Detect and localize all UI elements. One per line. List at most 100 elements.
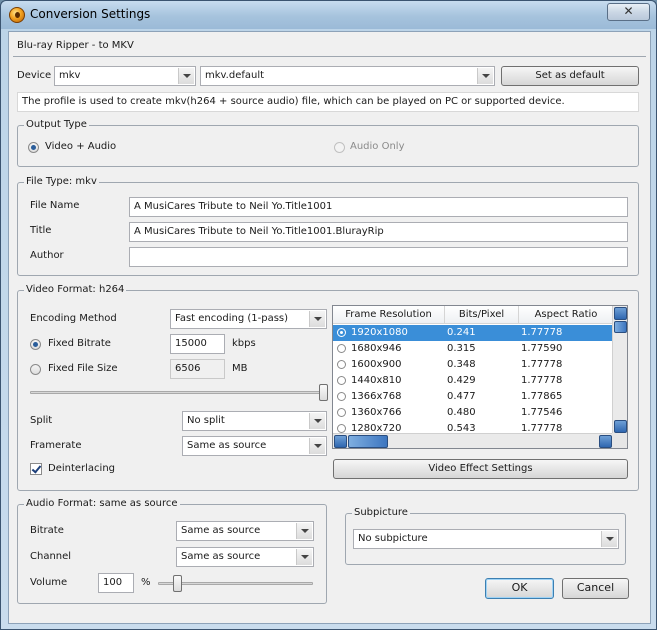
aspect-ratio-cell: 1.77778 <box>521 327 563 338</box>
video-audio-label: Video + Audio <box>45 141 117 152</box>
table-horizontal-scrollbar[interactable] <box>333 433 613 448</box>
output-type-legend: Output Type <box>24 119 89 130</box>
resolution-cell: 1366x768 <box>351 391 402 402</box>
table-row[interactable]: 1680x946 0.315 1.77590 <box>333 341 613 357</box>
scroll-down-icon[interactable] <box>614 420 627 433</box>
aspect-ratio-cell: 1.77546 <box>521 407 563 418</box>
audio-format-group: Audio Format: same as source Bitrate Sam… <box>17 498 327 604</box>
close-button[interactable]: ✕ <box>607 3 650 21</box>
column-header-resolution[interactable]: Frame Resolution <box>333 306 445 324</box>
subpicture-legend: Subpicture <box>352 507 410 518</box>
chevron-down-icon <box>296 523 312 539</box>
bits-pixel-cell: 0.241 <box>447 327 476 338</box>
profile-description: The profile is used to create mkv(h264 +… <box>17 92 639 112</box>
row-radio[interactable] <box>337 328 346 337</box>
row-radio[interactable] <box>337 360 346 369</box>
table-row[interactable]: 1366x768 0.477 1.77865 <box>333 389 613 405</box>
row-radio[interactable] <box>337 376 346 385</box>
vertical-scroll-thumb[interactable] <box>614 321 627 333</box>
fixed-file-size-input[interactable]: 6506 <box>170 359 225 379</box>
video-effect-settings-button[interactable]: Video Effect Settings <box>333 459 628 479</box>
conversion-settings-window: Conversion Settings ✕ Blu-ray Ripper - t… <box>0 0 657 630</box>
subpicture-select[interactable]: No subpicture <box>353 529 619 549</box>
fixed-bitrate-label: Fixed Bitrate <box>48 338 111 349</box>
author-label: Author <box>30 250 64 261</box>
audio-channel-select[interactable]: Same as source <box>176 547 314 567</box>
aspect-ratio-cell: 1.77590 <box>521 343 563 354</box>
profile-select[interactable]: mkv.default <box>200 66 495 86</box>
audio-channel-value: Same as source <box>181 551 261 562</box>
audio-channel-label: Channel <box>30 551 72 562</box>
scroll-right-icon[interactable] <box>599 435 612 448</box>
dialog-body: Blu-ray Ripper - to MKV Device mkv mkv.d… <box>8 31 651 624</box>
framerate-label: Framerate <box>30 440 82 451</box>
aspect-ratio-cell: 1.77865 <box>521 391 563 402</box>
chevron-down-icon <box>309 311 325 327</box>
set-as-default-button[interactable]: Set as default <box>501 66 639 86</box>
volume-label: Volume <box>30 577 68 588</box>
device-select[interactable]: mkv <box>54 66 196 86</box>
resolution-table[interactable]: Frame Resolution Bits/Pixel Aspect Ratio… <box>332 305 628 449</box>
volume-input[interactable]: 100 <box>98 573 134 593</box>
quality-slider-thumb[interactable] <box>319 384 328 401</box>
table-vertical-scrollbar[interactable] <box>612 306 627 434</box>
file-name-input[interactable]: A MusiCares Tribute to Neil Yo.Title1001 <box>129 197 628 217</box>
quality-slider-track[interactable] <box>30 391 328 394</box>
row-radio[interactable] <box>337 408 346 417</box>
title-bar[interactable]: Conversion Settings ✕ <box>1 1 656 29</box>
resolution-cell: 1600x900 <box>351 359 402 370</box>
column-header-bits-pixel[interactable]: Bits/Pixel <box>445 306 519 324</box>
scroll-left-icon[interactable] <box>334 435 347 448</box>
encoding-method-select[interactable]: Fast encoding (1-pass) <box>170 309 327 329</box>
fixed-file-size-label: Fixed File Size <box>48 363 118 374</box>
chevron-down-icon <box>477 68 493 84</box>
resolution-cell: 1440x810 <box>351 375 402 386</box>
fixed-file-size-radio[interactable] <box>30 364 41 375</box>
title-input[interactable]: A MusiCares Tribute to Neil Yo.Title1001… <box>129 222 628 242</box>
audio-bitrate-value: Same as source <box>181 525 261 536</box>
encoding-method-value: Fast encoding (1-pass) <box>175 313 289 324</box>
file-type-group: File Type: mkv File Name A MusiCares Tri… <box>17 176 639 276</box>
output-type-group: Output Type Video + Audio Audio Only <box>17 119 639 167</box>
encoding-method-label: Encoding Method <box>30 313 117 324</box>
bits-pixel-cell: 0.477 <box>447 391 476 402</box>
ok-button[interactable]: OK <box>485 578 554 599</box>
row-radio[interactable] <box>337 392 346 401</box>
horizontal-scroll-thumb[interactable] <box>348 435 388 448</box>
aspect-ratio-cell: 1.77778 <box>521 359 563 370</box>
audio-only-radio[interactable] <box>334 142 345 153</box>
dialog-subtitle: Blu-ray Ripper - to MKV <box>17 40 134 51</box>
column-header-aspect-ratio[interactable]: Aspect Ratio <box>519 306 613 324</box>
aspect-ratio-cell: 1.77778 <box>521 375 563 386</box>
subpicture-value: No subpicture <box>358 533 428 544</box>
volume-slider-thumb[interactable] <box>172 575 182 592</box>
framerate-value: Same as source <box>187 440 267 451</box>
chevron-down-icon <box>601 531 617 547</box>
app-logo-icon <box>9 7 25 23</box>
split-select[interactable]: No split <box>182 411 327 431</box>
fixed-bitrate-input[interactable]: 15000 <box>170 334 225 354</box>
fixed-file-size-unit: MB <box>232 363 248 374</box>
table-row[interactable]: 1360x766 0.480 1.77546 <box>333 405 613 421</box>
audio-bitrate-select[interactable]: Same as source <box>176 521 314 541</box>
device-select-value: mkv <box>59 70 81 81</box>
cancel-button[interactable]: Cancel <box>562 578 629 599</box>
author-input[interactable] <box>129 247 628 267</box>
framerate-select[interactable]: Same as source <box>182 436 327 456</box>
scroll-corner <box>612 433 627 448</box>
split-value: No split <box>187 415 225 426</box>
row-radio[interactable] <box>337 424 346 433</box>
resolution-cell: 1680x946 <box>351 343 402 354</box>
table-row[interactable]: 1440x810 0.429 1.77778 <box>333 373 613 389</box>
fixed-bitrate-radio[interactable] <box>30 339 41 350</box>
scroll-up-icon[interactable] <box>614 307 627 320</box>
row-radio[interactable] <box>337 344 346 353</box>
file-type-legend: File Type: mkv <box>24 176 99 187</box>
video-audio-radio[interactable] <box>28 142 39 153</box>
window-title: Conversion Settings <box>30 7 151 21</box>
chevron-down-icon <box>309 413 325 429</box>
table-row[interactable]: 1600x900 0.348 1.77778 <box>333 357 613 373</box>
table-row[interactable]: 1920x1080 0.241 1.77778 <box>333 325 613 341</box>
split-label: Split <box>30 415 53 426</box>
deinterlacing-checkbox[interactable] <box>30 463 42 475</box>
